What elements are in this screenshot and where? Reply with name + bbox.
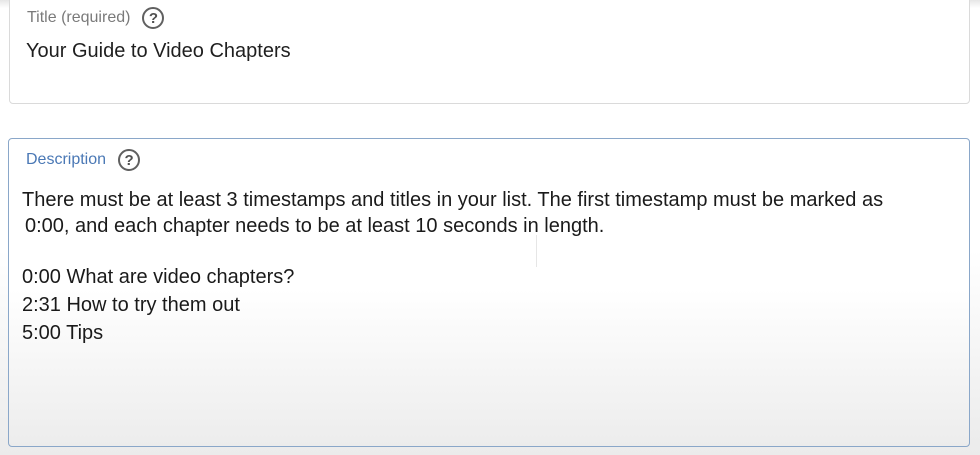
chapter-item: 0:00 What are video chapters?: [22, 266, 295, 288]
chapter-list: 0:00 What are video chapters? 2:31 How t…: [22, 263, 952, 347]
description-line: There must be at least 3 timestamps and …: [22, 189, 884, 211]
title-input[interactable]: Your Guide to Video Chapters: [26, 39, 291, 63]
title-label: Title (required): [27, 9, 131, 26]
description-line: 0:00, and each chapter needs to be at le…: [25, 215, 605, 237]
title-label-row: Title (required) ?: [27, 7, 165, 29]
title-field[interactable]: Title (required) ? Your Guide to Video C…: [9, 0, 970, 104]
chapter-item: 5:00 Tips: [22, 322, 104, 344]
description-paragraph: There must be at least 3 timestamps and …: [22, 187, 952, 239]
help-circle-icon[interactable]: ?: [118, 149, 141, 171]
description-label-row: Description ?: [26, 149, 141, 171]
description-textarea[interactable]: There must be at least 3 timestamps and …: [22, 187, 952, 347]
chapter-item: 2:31 How to try them out: [22, 294, 240, 316]
help-circle-icon[interactable]: ?: [142, 7, 165, 29]
description-field[interactable]: Description ? There must be at least 3 t…: [8, 138, 970, 447]
text-cursor: [536, 235, 537, 267]
description-label: Description: [26, 151, 107, 168]
